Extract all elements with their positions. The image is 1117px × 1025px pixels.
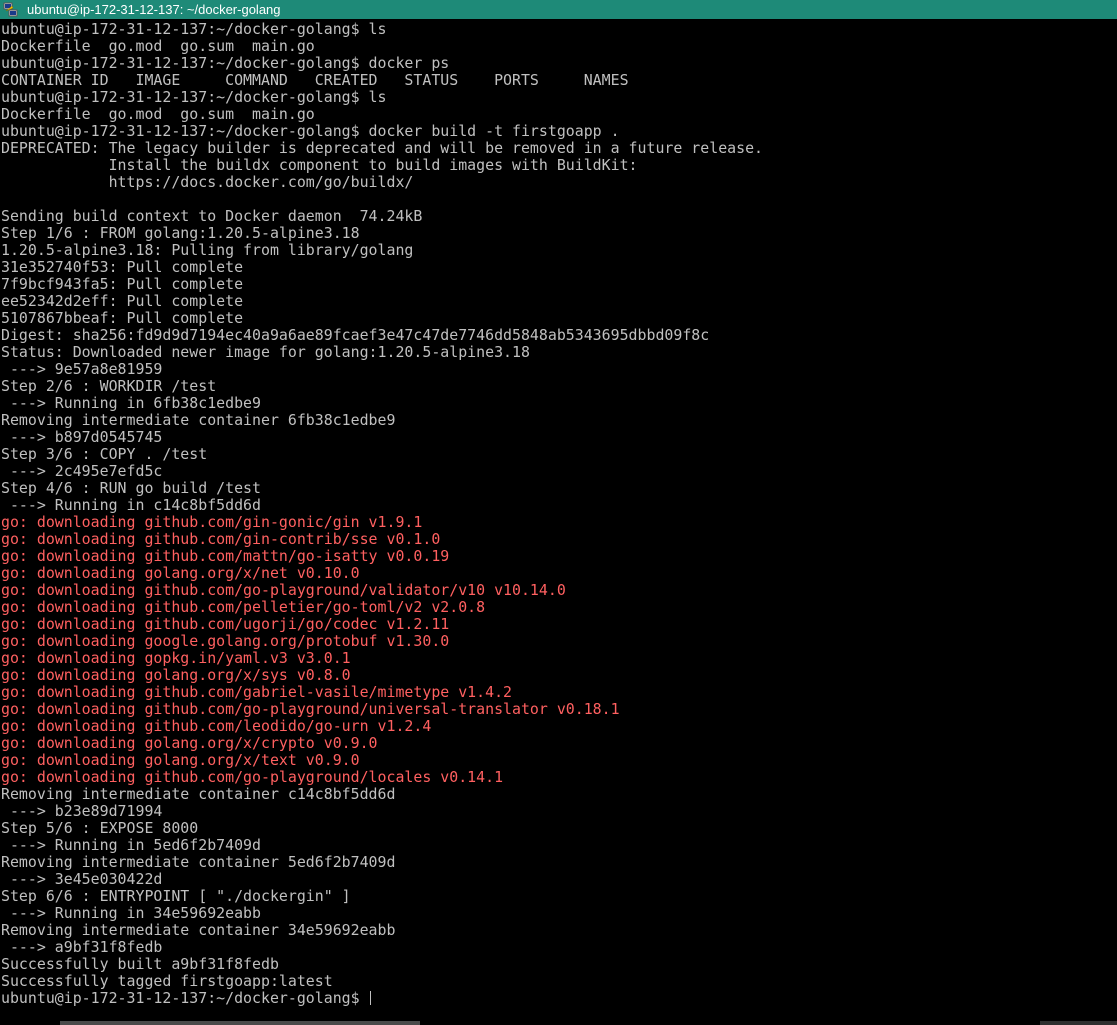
terminal-line: Status: Downloaded newer image for golan… (1, 343, 530, 361)
terminal-line: go: downloading google.golang.org/protob… (1, 632, 450, 650)
terminal-line: go: downloading github.com/go-playground… (1, 700, 620, 718)
terminal-line: ee52342d2eff: Pull complete (1, 292, 244, 310)
terminal-line: Sending build context to Docker daemon 7… (1, 207, 423, 225)
scrollbar-thumb[interactable] (60, 1021, 420, 1025)
terminal-line: go: downloading github.com/leodido/go-ur… (1, 717, 432, 735)
terminal-line: go: downloading github.com/gin-gonic/gin… (1, 513, 423, 531)
terminal-line: 7f9bcf943fa5: Pull complete (1, 275, 244, 293)
scrollbar-track-end (1040, 1021, 1117, 1025)
terminal-line: ---> a9bf31f8fedb (1, 938, 163, 956)
terminal-line: ---> b897d0545745 (1, 428, 163, 446)
terminal-line: ubuntu@ip-172-31-12-137:~/docker-golang$… (1, 20, 387, 38)
terminal-line: Step 1/6 : FROM golang:1.20.5-alpine3.18 (1, 224, 360, 242)
shell-prompt: ubuntu@ip-172-31-12-137:~/docker-golang$ (1, 989, 369, 1007)
terminal-line: go: downloading github.com/go-playground… (1, 768, 504, 786)
terminal-line: https://docs.docker.com/go/buildx/ (1, 173, 414, 191)
putty-icon (3, 2, 18, 17)
terminal-prompt-line[interactable]: ubuntu@ip-172-31-12-137:~/docker-golang$ (1, 990, 763, 1007)
terminal-line: ---> 9e57a8e81959 (1, 360, 163, 378)
terminal-line: ---> b23e89d71994 (1, 802, 163, 820)
terminal-line: Step 5/6 : EXPOSE 8000 (1, 819, 199, 837)
terminal-line: Removing intermediate container 6fb38c1e… (1, 411, 396, 429)
terminal-line: 31e352740f53: Pull complete (1, 258, 244, 276)
terminal-line: Install the buildx component to build im… (1, 156, 638, 174)
terminal-line: 1.20.5-alpine3.18: Pulling from library/… (1, 241, 414, 259)
terminal-line: Removing intermediate container 5ed6f2b7… (1, 853, 396, 871)
terminal-line: ---> Running in 34e59692eabb (1, 904, 261, 922)
terminal-line: go: downloading golang.org/x/crypto v0.9… (1, 734, 378, 752)
terminal-line: Successfully built a9bf31f8fedb (1, 955, 279, 973)
window-titlebar[interactable]: ubuntu@ip-172-31-12-137: ~/docker-golang (0, 0, 1117, 19)
terminal-lines: ubuntu@ip-172-31-12-137:~/docker-golang$… (1, 21, 763, 1007)
terminal-line: Removing intermediate container c14c8bf5… (1, 785, 396, 803)
terminal-line: ---> Running in 5ed6f2b7409d (1, 836, 261, 854)
terminal-line: ---> 3e45e030422d (1, 870, 163, 888)
terminal-line: ubuntu@ip-172-31-12-137:~/docker-golang$… (1, 54, 450, 72)
terminal-line: 5107867bbeaf: Pull complete (1, 309, 244, 327)
terminal-line: CONTAINER ID IMAGE COMMAND CREATED STATU… (1, 71, 629, 89)
terminal-line: ---> 2c495e7efd5c (1, 462, 163, 480)
terminal-line: Dockerfile go.mod go.sum main.go (1, 37, 315, 55)
terminal-line: go: downloading golang.org/x/net v0.10.0 (1, 564, 360, 582)
terminal-line: DEPRECATED: The legacy builder is deprec… (1, 139, 764, 157)
terminal-line: go: downloading github.com/ugorji/go/cod… (1, 615, 450, 633)
terminal-line: ---> Running in 6fb38c1edbe9 (1, 394, 261, 412)
terminal-line: go: downloading github.com/pelletier/go-… (1, 598, 486, 616)
terminal-line: go: downloading github.com/mattn/go-isat… (1, 547, 450, 565)
window-title: ubuntu@ip-172-31-12-137: ~/docker-golang (27, 2, 281, 17)
terminal-line: ---> Running in c14c8bf5dd6d (1, 496, 261, 514)
terminal-line: Step 6/6 : ENTRYPOINT [ "./dockergin" ] (1, 887, 351, 905)
terminal-line: Step 2/6 : WORKDIR /test (1, 377, 217, 395)
terminal-line: go: downloading gopkg.in/yaml.v3 v3.0.1 (1, 649, 351, 667)
text-cursor (369, 991, 371, 1005)
terminal-line: go: downloading github.com/gabriel-vasil… (1, 683, 513, 701)
terminal-line: Dockerfile go.mod go.sum main.go (1, 105, 315, 123)
terminal-line: go: downloading github.com/gin-contrib/s… (1, 530, 441, 548)
terminal-line: go: downloading golang.org/x/text v0.9.0 (1, 751, 360, 769)
terminal-line: Successfully tagged firstgoapp:latest (1, 972, 333, 990)
terminal-line: Step 4/6 : RUN go build /test (1, 479, 261, 497)
terminal-line: Removing intermediate container 34e59692… (1, 921, 396, 939)
terminal-line: go: downloading github.com/go-playground… (1, 581, 566, 599)
terminal-line: go: downloading golang.org/x/sys v0.8.0 (1, 666, 351, 684)
terminal-line: Digest: sha256:fd9d9d7194ec40a9a6ae89fca… (1, 326, 710, 344)
terminal-line: ubuntu@ip-172-31-12-137:~/docker-golang$… (1, 88, 387, 106)
terminal-line: ubuntu@ip-172-31-12-137:~/docker-golang$… (1, 122, 620, 140)
terminal-output[interactable]: ubuntu@ip-172-31-12-137:~/docker-golang$… (0, 19, 1117, 1021)
terminal-line: Step 3/6 : COPY . /test (1, 445, 208, 463)
